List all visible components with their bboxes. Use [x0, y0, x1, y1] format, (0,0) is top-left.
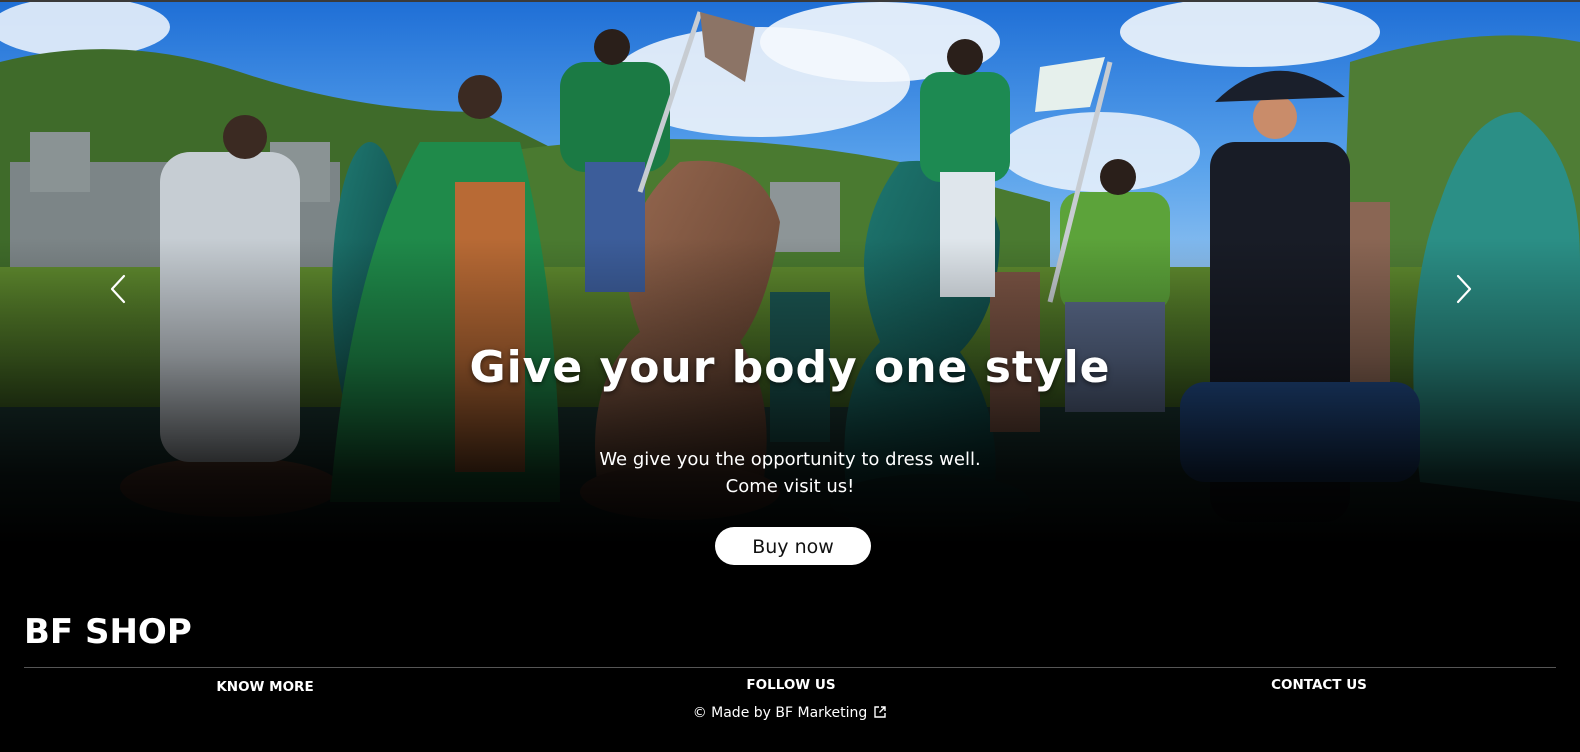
brand-logo: BF SHOP	[24, 612, 192, 652]
chevron-left-icon	[110, 274, 126, 304]
credit-link[interactable]: BF Marketing	[775, 705, 887, 721]
external-link-icon	[874, 706, 886, 718]
hero-title: Give your body one style	[469, 342, 1111, 393]
hero-carousel: Give your body one style We give you the…	[0, 2, 1580, 592]
hero-subtitle-line: Come visit us!	[725, 476, 855, 497]
credit-link-label: BF Marketing	[775, 705, 868, 721]
hero-subtitle-line: We give you the opportunity to dress wel…	[599, 449, 981, 470]
carousel-prev-button[interactable]	[106, 272, 130, 306]
buy-now-button[interactable]: Buy now	[715, 527, 871, 565]
footer-link-know-more[interactable]: KNOW MORE	[216, 679, 313, 695]
hero-subtitle: We give you the opportunity to dress wel…	[0, 446, 1580, 500]
footer-link-follow-us[interactable]: FOLLOW US	[746, 677, 835, 693]
chevron-right-icon	[1456, 274, 1472, 304]
carousel-next-button[interactable]	[1452, 272, 1476, 306]
hero-shade	[0, 2, 1580, 592]
credit-line: © Made by BF Marketing	[0, 705, 1580, 721]
footer-divider	[24, 667, 1556, 668]
credit-prefix: © Made by	[692, 705, 776, 721]
footer-link-contact-us[interactable]: CONTACT US	[1271, 677, 1367, 693]
